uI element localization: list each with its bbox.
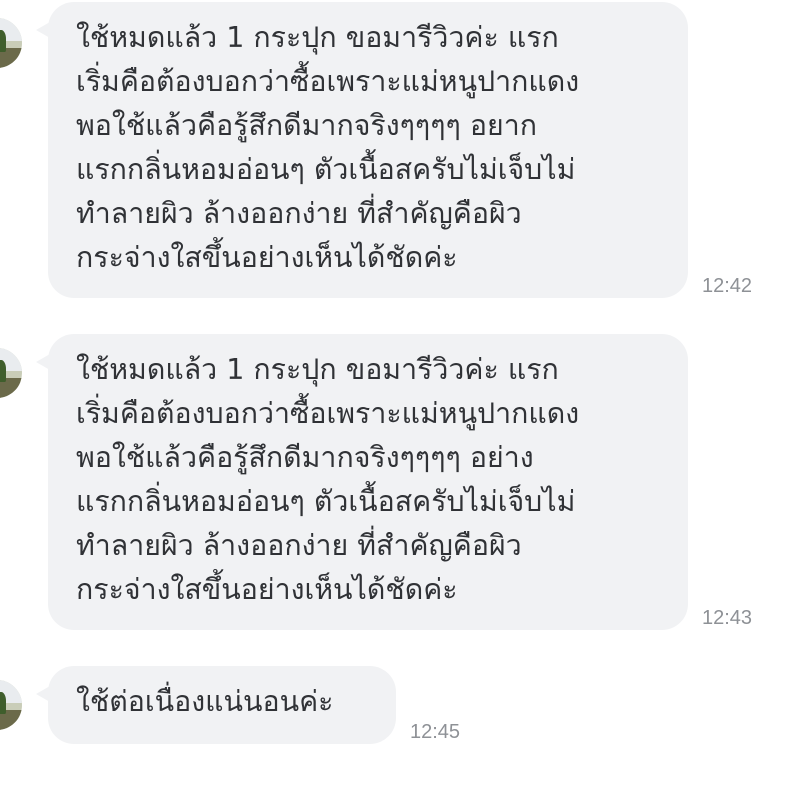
message-bubble[interactable]: ใช้หมดแล้ว 1 กระปุก ขอมารีวิวค่ะ แรก เริ…: [36, 2, 688, 298]
message-timestamp: 12:45: [410, 721, 461, 743]
sender-avatar[interactable]: [0, 18, 22, 68]
message-timestamp: 12:42: [702, 275, 753, 297]
sender-avatar[interactable]: [0, 348, 22, 398]
message-timestamp: 12:43: [702, 607, 753, 629]
message-line: ใช้หมดแล้ว 1 กระปุก ขอมารีวิวค่ะ แรก: [76, 353, 559, 386]
message-line: ทำลายผิว ล้างออกง่าย ที่สำคัญคือผิว: [76, 529, 522, 562]
message-line: เริ่มคือต้องบอกว่าซื้อเพราะแม่หนูปากแดง: [76, 397, 580, 430]
message-line: พอใช้แล้วคือรู้สึกดีมากจริงๆๆๆๆ อย่าง: [76, 441, 534, 474]
message-bubble[interactable]: ใช้หมดแล้ว 1 กระปุก ขอมารีวิวค่ะ แรก เริ…: [36, 334, 688, 630]
message-line: กระจ่างใสขึ้นอย่างเห็นได้ชัดค่ะ: [76, 241, 458, 274]
sender-avatar[interactable]: [0, 680, 22, 730]
message-line: ใช้ต่อเนื่องแน่นอนค่ะ: [76, 685, 334, 718]
message-bubble[interactable]: ใช้ต่อเนื่องแน่นอนค่ะ: [36, 666, 396, 744]
message-line: แรกกลิ่นหอมอ่อนๆ ตัวเนื้อสครับไม่เจ็บไม่: [76, 153, 576, 186]
message-line: ใช้หมดแล้ว 1 กระปุก ขอมารีวิวค่ะ แรก: [76, 21, 559, 54]
message-line: เริ่มคือต้องบอกว่าซื้อเพราะแม่หนูปากแดง: [76, 65, 580, 98]
message-line: แรกกลิ่นหอมอ่อนๆ ตัวเนื้อสครับไม่เจ็บไม่: [76, 485, 576, 518]
message-line: กระจ่างใสขึ้นอย่างเห็นได้ชัดค่ะ: [76, 573, 458, 606]
message-line: ทำลายผิว ล้างออกง่าย ที่สำคัญคือผิว: [76, 197, 522, 230]
message-line: พอใช้แล้วคือรู้สึกดีมากจริงๆๆๆๆ อยาก: [76, 109, 537, 142]
chat-thread: ใช้หมดแล้ว 1 กระปุก ขอมารีวิวค่ะ แรก เริ…: [0, 0, 785, 785]
